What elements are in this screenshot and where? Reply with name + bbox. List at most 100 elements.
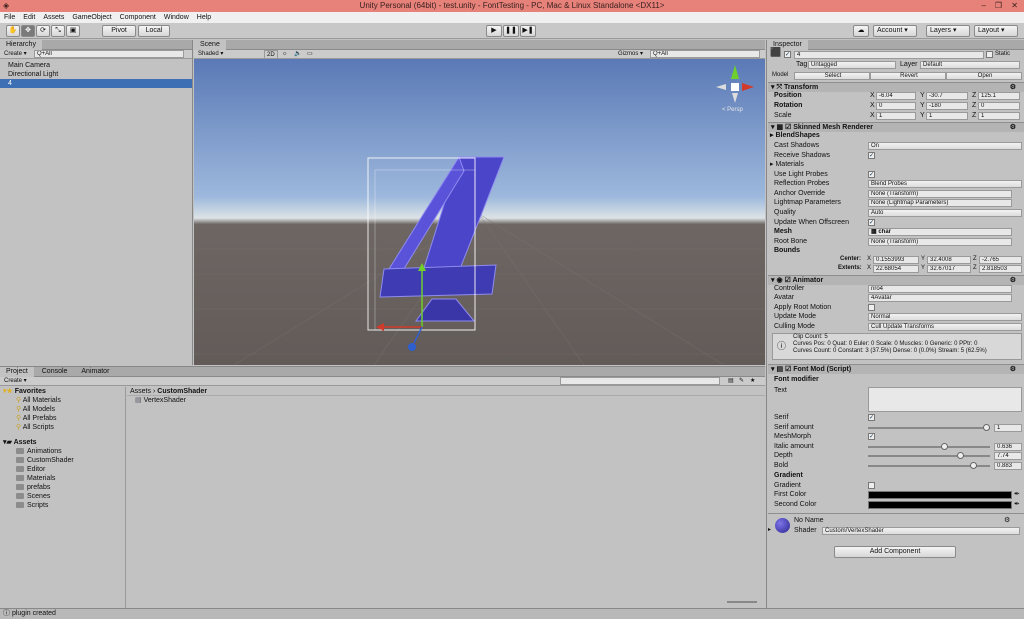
serif-amount-field[interactable]: 1 [994, 424, 1022, 432]
menu-component[interactable]: Component [116, 12, 160, 23]
model-open-button[interactable]: Open [946, 72, 1022, 80]
audio-toggle-icon[interactable]: 🔈 [294, 50, 301, 59]
play-button[interactable]: ▶ [486, 25, 502, 37]
italic-amount-field[interactable]: 0.636 [994, 443, 1022, 451]
tab-project[interactable]: Project [0, 367, 34, 377]
close-icon[interactable]: ✕ [1011, 0, 1018, 12]
lightmap-params-field[interactable]: None (Lightmap Parameters) [868, 199, 1012, 207]
text-area[interactable] [868, 387, 1022, 412]
layout-dropdown[interactable]: Layout ▾ [974, 25, 1018, 37]
hierarchy-search-input[interactable]: Q+All [34, 50, 184, 58]
position-x-field[interactable]: -6.04 [876, 92, 916, 100]
extents-x-field[interactable]: 22.68054 [873, 265, 919, 273]
fav-all-materials[interactable]: ⚲ All Materials [0, 396, 125, 405]
local-toggle[interactable]: Local [138, 25, 170, 37]
rotation-x-field[interactable]: 0 [876, 102, 916, 110]
object-name-input[interactable]: 4 [794, 51, 984, 59]
rect-tool-button[interactable]: ▣ [66, 25, 80, 37]
folder-scenes[interactable]: Scenes [0, 492, 125, 501]
apply-root-motion-checkbox[interactable] [868, 304, 875, 311]
update-offscreen-checkbox[interactable]: ✓ [868, 219, 875, 226]
maximize-icon[interactable]: ❐ [995, 0, 1002, 12]
depth-slider[interactable] [868, 452, 990, 459]
depth-field[interactable]: 7.74 [994, 452, 1022, 460]
folder-customshader[interactable]: CustomShader [0, 456, 125, 465]
assets-header[interactable]: ▾▰ Assets [0, 438, 125, 447]
file-vertexshader[interactable]: ▤ VertexShader [127, 396, 765, 405]
orientation-gizmo[interactable] [716, 65, 754, 103]
settings-gear-icon[interactable]: ⚙ [1010, 123, 1016, 133]
scene-tab[interactable]: Scene [194, 40, 226, 50]
menu-file[interactable]: File [0, 12, 19, 23]
italic-amount-slider[interactable] [868, 443, 990, 450]
center-y-field[interactable]: 32.4008 [927, 256, 971, 264]
scene-search-input[interactable]: Q+All [650, 50, 760, 58]
cloud-icon[interactable]: ☁ [853, 25, 869, 37]
position-z-field[interactable]: 125.1 [978, 92, 1020, 100]
rotation-z-field[interactable]: 0 [978, 102, 1020, 110]
controller-field[interactable]: nro4 [868, 285, 1012, 293]
search-by-label-icon[interactable]: ✎ [739, 377, 744, 386]
shading-dropdown[interactable]: Shaded ▾ [198, 50, 223, 59]
depth-slider-knob[interactable] [957, 452, 964, 459]
pause-button[interactable]: ❚❚ [503, 25, 519, 37]
second-color-swatch[interactable] [868, 501, 1012, 509]
folder-scripts[interactable]: Scripts [0, 501, 125, 510]
reflection-probes-dropdown[interactable]: Blend Probes [868, 180, 1022, 188]
quality-dropdown[interactable]: Auto [868, 209, 1022, 217]
move-gizmo-z-axis[interactable] [413, 326, 423, 344]
settings-gear-icon[interactable]: ⚙ [1004, 516, 1010, 525]
favorite-icon[interactable]: ★ [750, 377, 755, 386]
project-search-input[interactable] [560, 377, 720, 385]
fav-all-prefabs[interactable]: ⚲ All Prefabs [0, 414, 125, 423]
fav-all-models[interactable]: ⚲ All Models [0, 405, 125, 414]
animator-header[interactable]: ▾ ◉ ☑ Animator ⚙ [768, 275, 1024, 285]
breadcrumb-assets[interactable]: Assets [130, 388, 151, 395]
extents-z-field[interactable]: 2.818503 [979, 265, 1022, 273]
meshmorph-checkbox[interactable]: ✓ [868, 433, 875, 440]
hierarchy-tab[interactable]: Hierarchy [0, 40, 42, 50]
avatar-field[interactable]: 4Avatar [868, 294, 1012, 302]
menu-edit[interactable]: Edit [19, 12, 39, 23]
anchor-override-field[interactable]: None (Transform) [868, 190, 1012, 198]
hierarchy-item-4[interactable]: 4 [0, 79, 192, 88]
eyedropper-icon[interactable]: ✒ [1014, 500, 1020, 509]
receive-shadows-checkbox[interactable]: ✓ [868, 152, 875, 159]
materials-foldout[interactable]: ▸ Materials [770, 160, 804, 169]
layers-dropdown[interactable]: Layers ▾ [926, 25, 970, 37]
gradient-checkbox[interactable] [868, 482, 875, 489]
serif-checkbox[interactable]: ✓ [868, 414, 875, 421]
gizmos-dropdown[interactable]: Gizmos ▾ [618, 50, 643, 59]
bold-slider[interactable] [868, 462, 990, 469]
tab-console[interactable]: Console [36, 367, 74, 377]
lighting-toggle-icon[interactable]: ☼ [282, 50, 288, 59]
model-select-button[interactable]: Select [794, 72, 870, 80]
search-by-type-icon[interactable]: ▤ [728, 377, 734, 386]
menu-gameobject[interactable]: GameObject [68, 12, 115, 23]
scene-viewport[interactable]: < Persp [194, 59, 765, 365]
folder-editor[interactable]: Editor [0, 465, 125, 474]
eyedropper-icon[interactable]: ✒ [1014, 490, 1020, 499]
breadcrumb-customshader[interactable]: CustomShader [157, 388, 207, 395]
static-checkbox[interactable] [986, 51, 993, 58]
mesh-field[interactable]: ▦ char [868, 228, 1012, 236]
update-mode-dropdown[interactable]: Normal [868, 313, 1022, 321]
scale-z-field[interactable]: 1 [978, 112, 1020, 120]
menu-assets[interactable]: Assets [39, 12, 68, 23]
project-create-button[interactable]: Create ▾ [4, 377, 27, 386]
serif-amount-slider[interactable] [868, 424, 990, 431]
move-gizmo-z-arrow[interactable] [408, 343, 416, 351]
root-bone-field[interactable]: None (Transform) [868, 238, 1012, 246]
hierarchy-item-main-camera[interactable]: Main Camera [0, 61, 192, 70]
effects-toggle-icon[interactable]: ▭ [307, 50, 313, 59]
hand-tool-button[interactable]: ✋ [6, 25, 20, 37]
center-z-field[interactable]: -2.765 [979, 256, 1022, 264]
bold-slider-knob[interactable] [969, 462, 977, 469]
rotation-y-field[interactable]: -180 [926, 102, 968, 110]
center-x-field[interactable]: 0.1553993 [873, 256, 919, 264]
light-probes-checkbox[interactable]: ✓ [868, 171, 875, 178]
fontmod-header[interactable]: ▾ ▤ ☑ Font Mod (Script) ⚙ [768, 364, 1024, 374]
menu-window[interactable]: Window [160, 12, 193, 23]
settings-gear-icon[interactable]: ⚙ [1010, 365, 1016, 375]
folder-prefabs[interactable]: prefabs [0, 483, 125, 492]
